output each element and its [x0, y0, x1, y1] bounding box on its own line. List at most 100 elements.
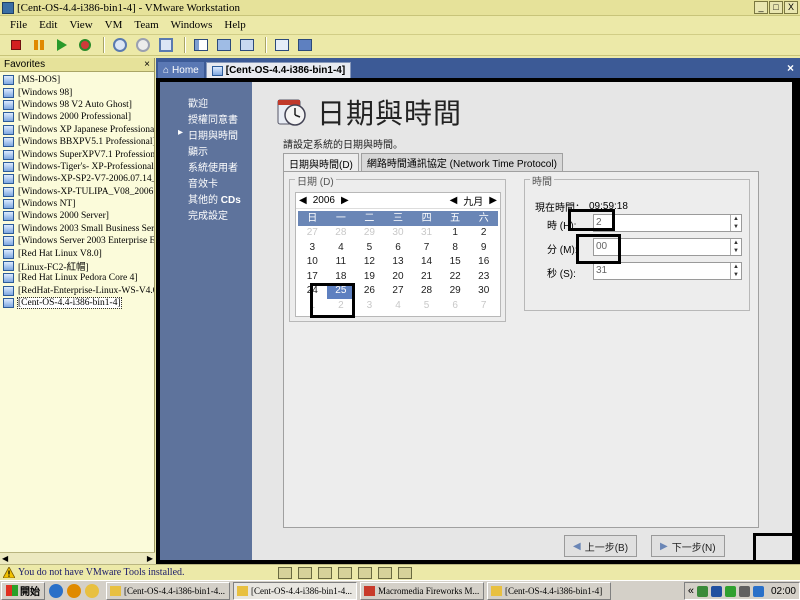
calendar-day[interactable]: 27	[298, 226, 327, 241]
calendar-day[interactable]: 29	[441, 284, 470, 299]
menu-help[interactable]: Help	[224, 19, 245, 31]
start-button[interactable]: 開始	[1, 581, 45, 600]
calendar-day[interactable]: 31	[412, 226, 441, 241]
favorites-item[interactable]: [Windows-Tiger's- XP-Professional-	[0, 161, 154, 173]
taskbar-button[interactable]: [Cent-OS-4.4-i386-bin1-4...	[106, 581, 230, 600]
favorites-item[interactable]: [Windows BBXPV5.1 Professional]	[0, 136, 154, 148]
calendar-day[interactable]: 7	[412, 241, 441, 256]
power-off-button[interactable]	[6, 36, 26, 54]
calendar-day[interactable]: 3	[355, 299, 384, 314]
minimize-button[interactable]: _	[754, 1, 768, 14]
second-spinbox[interactable]: 31 ▲ ▼	[593, 262, 742, 280]
take-snapshot-button[interactable]	[110, 36, 130, 54]
suspend-button[interactable]	[29, 36, 49, 54]
calendar-day[interactable]: 27	[384, 284, 413, 299]
calendar-day[interactable]: 19	[355, 270, 384, 285]
revert-snapshot-button[interactable]	[133, 36, 153, 54]
calendar-day[interactable]: 8	[441, 241, 470, 256]
minute-spin-arrows[interactable]: ▲ ▼	[730, 239, 741, 255]
hour-spinbox[interactable]: 2 ▲ ▼	[593, 214, 742, 232]
calendar-day[interactable]: 2	[469, 226, 498, 241]
show-sidebar-button[interactable]	[191, 36, 211, 54]
calendar-day[interactable]: 20	[384, 270, 413, 285]
menu-team[interactable]: Team	[134, 19, 158, 31]
usb-icon[interactable]	[338, 567, 352, 579]
calendar-day[interactable]: 4	[384, 299, 413, 314]
calendar-day[interactable]: 11	[327, 255, 356, 270]
scroll-left-icon[interactable]: ◀	[2, 554, 8, 563]
network-tray-icon[interactable]	[696, 585, 708, 597]
calendar-day[interactable]: 18	[327, 270, 356, 285]
calendar-day[interactable]: 28	[327, 226, 356, 241]
favorites-item[interactable]: [Linux-FC2-紅帽]	[0, 260, 154, 272]
calendar-day[interactable]: 6	[441, 299, 470, 314]
maximize-button[interactable]: □	[769, 1, 783, 14]
calendar-day[interactable]: 4	[327, 241, 356, 256]
tray-overflow-button[interactable]: «	[688, 585, 694, 597]
ie-quicklaunch-icon[interactable]	[49, 583, 63, 598]
menu-file[interactable]: File	[10, 19, 27, 31]
message-icon[interactable]	[398, 567, 412, 579]
reset-button[interactable]	[75, 36, 95, 54]
calendar-day[interactable]: 15	[441, 255, 470, 270]
scroll-right-icon[interactable]: ▶	[147, 554, 153, 563]
calendar-day[interactable]: 9	[469, 241, 498, 256]
calendar-day[interactable]: 5	[355, 241, 384, 256]
menu-edit[interactable]: Edit	[39, 19, 57, 31]
favorites-item[interactable]: [Red Hat Linux Pedora Core 4]	[0, 272, 154, 284]
next-button[interactable]: ▶ 下一步(N)	[651, 535, 725, 557]
taskbar-button[interactable]: [Cent-OS-4.4-i386-bin1-4]	[487, 581, 611, 600]
favorites-item[interactable]: [Red Hat Linux V8.0]	[0, 247, 154, 259]
menu-windows[interactable]: Windows	[171, 19, 213, 31]
favorites-close-button[interactable]: ×	[144, 59, 150, 70]
close-tab-icon[interactable]: ×	[787, 61, 794, 75]
prev-year-icon[interactable]: ◀	[299, 195, 307, 206]
power-on-button[interactable]	[52, 36, 72, 54]
taskbar-button[interactable]: Macromedia Fireworks M...	[360, 581, 484, 600]
calendar-day[interactable]: 16	[469, 255, 498, 270]
close-button[interactable]: X	[784, 1, 798, 14]
calendar-day[interactable]: 13	[384, 255, 413, 270]
calendar-day[interactable]: 21	[412, 270, 441, 285]
favorites-item[interactable]: [Windows 2000 Server]	[0, 210, 154, 222]
favorites-item[interactable]: [Windows Server 2003 Enterprise E	[0, 235, 154, 247]
calendar-day[interactable]: 30	[469, 284, 498, 299]
help-icon[interactable]	[378, 567, 392, 579]
snapshot-manager-button[interactable]	[156, 36, 176, 54]
favorites-item[interactable]: [Windows-XP-TULIPA_V08_2006.	[0, 186, 154, 198]
calendar-day[interactable]: 14	[412, 255, 441, 270]
antivirus-tray-icon[interactable]	[710, 585, 722, 597]
calendar-day[interactable]: 28	[412, 284, 441, 299]
calendar-day[interactable]: 26	[355, 284, 384, 299]
favorites-item[interactable]: [Cent-OS-4.4-i386-bin1-4]	[0, 297, 154, 310]
folder-quicklaunch-icon[interactable]	[85, 583, 99, 598]
calendar-day[interactable]: 6	[384, 241, 413, 256]
tab-date-and-time[interactable]: 日期與時間(D)	[283, 153, 359, 172]
full-screen-button[interactable]	[237, 36, 257, 54]
tab-network-time-protocol[interactable]: 網路時間通訊協定 (Network Time Protocol)	[360, 153, 563, 171]
prev-month-icon[interactable]: ◀	[450, 195, 458, 206]
taskbar-button[interactable]: [Cent-OS-4.4-i386-bin1-4...	[233, 581, 357, 600]
tab-home[interactable]: ⌂ Home	[158, 62, 204, 78]
media-quicklaunch-icon[interactable]	[67, 583, 81, 598]
hour-spin-arrows[interactable]: ▲ ▼	[730, 215, 741, 231]
calendar-day[interactable]: 1	[441, 226, 470, 241]
guest-screen[interactable]: 歡迎 授權同意書 日期與時間 顯示 系統使用者 音效卡 其他的 CDs 完成設定…	[160, 82, 792, 560]
favorites-horizontal-scrollbar[interactable]: ◀ ▶	[0, 552, 155, 564]
calendar-day[interactable]: 23	[469, 270, 498, 285]
favorites-item[interactable]: [Windows-XP-SP2-V7-2006.07.14_	[0, 173, 154, 185]
next-month-icon[interactable]: ▶	[489, 195, 497, 206]
favorites-item[interactable]: [Windows 2003 Small Business Serv	[0, 223, 154, 235]
volume-tray-icon[interactable]	[752, 585, 764, 597]
favorites-item[interactable]: [Windows 2000 Professional]	[0, 111, 154, 123]
favorites-item[interactable]: [RedHat-Enterprise-Linux-WS-V4.0	[0, 285, 154, 297]
calendar-day[interactable]: 22	[441, 270, 470, 285]
floppy-icon[interactable]	[278, 567, 292, 579]
shield-tray-icon[interactable]	[724, 585, 736, 597]
calendar-day[interactable]: 29	[355, 226, 384, 241]
summary-view-button[interactable]	[272, 36, 292, 54]
tab-centos-vm[interactable]: [Cent-OS-4.4-i386-bin1-4]	[205, 62, 352, 78]
cdrom-icon[interactable]	[298, 567, 312, 579]
favorites-item[interactable]: [Windows XP Japanese Professional	[0, 124, 154, 136]
favorites-item[interactable]: [MS-DOS]	[0, 74, 154, 86]
